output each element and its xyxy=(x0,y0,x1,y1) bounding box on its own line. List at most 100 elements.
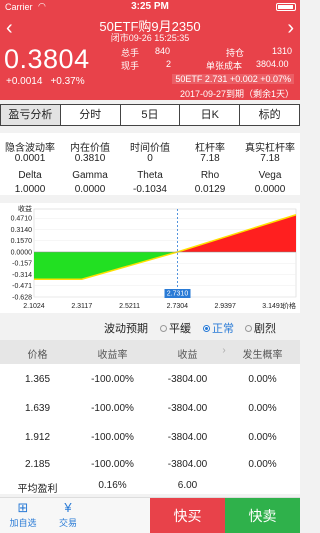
greek-value: 0.0129 xyxy=(194,184,226,195)
cursor-label: 2.7310 xyxy=(167,291,189,298)
x-axis-label: 价格 xyxy=(282,301,296,310)
greek-label: 内在价值 xyxy=(70,143,110,154)
cell-prob: 0.00% xyxy=(248,403,277,414)
cell-profit: -3804.00 xyxy=(167,374,208,385)
y-tick-label: -0.314 xyxy=(12,272,32,279)
avg-label: 平均盈利 xyxy=(17,484,58,495)
greeks-panel: 隐含波动率 0.0001 内在价值 0.3810 时间价值 0 杠杆率 7.18… xyxy=(0,133,300,195)
y-tick-label: 0.3140 xyxy=(11,227,33,234)
battery-icon xyxy=(276,3,296,11)
chart-tabs: 盈亏分析 分时 5日 日K 标的 xyxy=(0,104,300,126)
cell-rate: -100.00% xyxy=(91,374,134,385)
quote-header: ‹ › 50ETF购9月2350 闭市09-26 15:25:35 0.3804… xyxy=(0,14,300,100)
cell-prob: 0.00% xyxy=(248,432,277,443)
table-row: 2.185 -100.00% -3804.00 0.00% xyxy=(0,449,300,481)
cell-price: 1.639 xyxy=(24,403,51,414)
vol-option-label: 正常 xyxy=(212,323,234,335)
vol-option-label: 剧烈 xyxy=(254,323,276,335)
stat-label-xianshou: 现手 xyxy=(121,61,140,71)
profit-loss-chart: 0.4710 0.3140 0.1570 0.0000 -0.157 -0.314 -0.4… xyxy=(0,203,300,313)
quick-sell-button[interactable]: 快卖 xyxy=(225,498,300,533)
stat-value-danzhang: 3804.00 xyxy=(256,59,289,69)
cell-prob: 0.00% xyxy=(248,459,277,470)
last-price: 0.3804 xyxy=(4,44,90,74)
cell-rate: -100.00% xyxy=(91,403,134,414)
vol-option-volatile[interactable]: 剧烈 xyxy=(245,320,276,336)
col-profit: 收益 xyxy=(177,350,198,361)
greek-label: Vega xyxy=(258,170,282,181)
yen-icon: ¥ xyxy=(64,500,72,515)
tab-intraday[interactable]: 分时 xyxy=(61,105,121,125)
trade-label: 交易 xyxy=(58,518,77,528)
greek-label: 真实杠杆率 xyxy=(245,143,295,154)
radio-icon xyxy=(160,325,167,332)
trade-button[interactable]: ¥ 交易 xyxy=(47,500,89,529)
average-profit-row: 平均盈利 0.16% 6.00 xyxy=(0,480,300,495)
greek-label: Delta xyxy=(18,170,42,181)
stat-value-zongshou: 840 xyxy=(155,46,171,56)
profit-loss-svg: 0.4710 0.3140 0.1570 0.0000 -0.157 -0.314 -0.4… xyxy=(11,204,297,310)
col-price: 价格 xyxy=(27,350,48,361)
clock: 3:25 PM xyxy=(131,1,169,12)
expiry-info: 2017-09-27到期（剩余1天） xyxy=(179,89,294,99)
cell-prob: 0.00% xyxy=(248,374,277,385)
cell-price: 1.365 xyxy=(24,374,51,385)
volatility-selector: 波动预期 平缓 正常 剧烈 xyxy=(0,316,300,338)
bottom-toolbar: ⊞ 加自选 ¥ 交易 快买 快卖 xyxy=(0,497,300,533)
x-tick-label: 2.3117 xyxy=(71,303,92,310)
greek-value: 0.0000 xyxy=(74,184,106,195)
radio-icon xyxy=(245,325,252,332)
greek-value: -0.1034 xyxy=(133,184,167,195)
col-return-rate: 收益率 xyxy=(97,350,128,361)
stat-label-chicang: 持仓 xyxy=(226,48,245,58)
plus-square-icon: ⊞ xyxy=(17,500,29,515)
cell-price: 1.912 xyxy=(24,432,51,443)
greek-value: 0.0000 xyxy=(254,184,286,195)
greek-value: 7.18 xyxy=(200,153,220,164)
y-axis-label: 收益 xyxy=(18,204,32,213)
x-tick-label: 2.7304 xyxy=(167,303,189,310)
table-row: 1.365 -100.00% -3804.00 0.00% xyxy=(0,364,300,396)
col-probability: 发生概率 xyxy=(242,350,283,361)
radio-selected-icon xyxy=(203,325,210,332)
scenario-table-header: 价格 收益率 收益 › 发生概率 xyxy=(0,340,300,364)
greek-label: 杠杆率 xyxy=(195,143,225,154)
price-change: +0.0014 +0.37% xyxy=(6,76,85,87)
y-tick-label: -0.157 xyxy=(12,261,32,268)
change-value: +0.0014 xyxy=(6,76,43,87)
y-tick-label: 0.4710 xyxy=(11,216,33,223)
greek-value: 1.0000 xyxy=(14,184,46,195)
greek-value: 0.3810 xyxy=(74,153,106,164)
y-tick-label: 0.1570 xyxy=(11,238,33,245)
cell-rate: -100.00% xyxy=(91,459,134,470)
volatility-label: 波动预期 xyxy=(104,323,148,335)
greek-value: 0.0001 xyxy=(14,153,46,164)
tab-daily-k[interactable]: 日K xyxy=(180,105,241,125)
vol-option-normal[interactable]: 正常 xyxy=(203,320,234,336)
greek-value: 0 xyxy=(147,153,153,164)
greek-label: Rho xyxy=(200,170,220,181)
tab-profit-analysis[interactable]: 盈亏分析 xyxy=(1,105,61,125)
table-row: 1.639 -100.00% -3804.00 0.00% xyxy=(0,393,300,425)
avg-profit: 6.00 xyxy=(177,480,198,491)
vol-option-mild[interactable]: 平缓 xyxy=(160,320,191,336)
quick-buy-button[interactable]: 快买 xyxy=(150,498,225,533)
avg-rate: 0.16% xyxy=(98,480,127,491)
cell-profit: -3804.00 xyxy=(167,403,208,414)
tab-underlying[interactable]: 标的 xyxy=(240,105,299,125)
status-bar: Carrier ◠ 3:25 PM xyxy=(0,0,300,14)
cell-price: 2.185 xyxy=(24,459,51,470)
y-tick-label: 0.0000 xyxy=(11,249,33,256)
stat-label-zongshou: 总手 xyxy=(121,48,140,58)
cell-profit: -3804.00 xyxy=(167,459,208,470)
add-watchlist-button[interactable]: ⊞ 加自选 xyxy=(2,500,44,529)
tab-5day[interactable]: 5日 xyxy=(121,105,181,125)
x-tick-label: 2.1024 xyxy=(23,303,45,310)
y-tick-label: -0.471 xyxy=(12,283,32,290)
cell-profit: -3804.00 xyxy=(167,432,208,443)
underlying-quote[interactable]: 50ETF 2.731 +0.002 +0.07% xyxy=(172,74,294,84)
greek-label: 时间价值 xyxy=(130,143,170,154)
change-percent: +0.37% xyxy=(50,76,85,87)
x-tick-label: 3.1491 xyxy=(262,303,284,310)
stat-value-chicang: 1310 xyxy=(272,46,293,56)
